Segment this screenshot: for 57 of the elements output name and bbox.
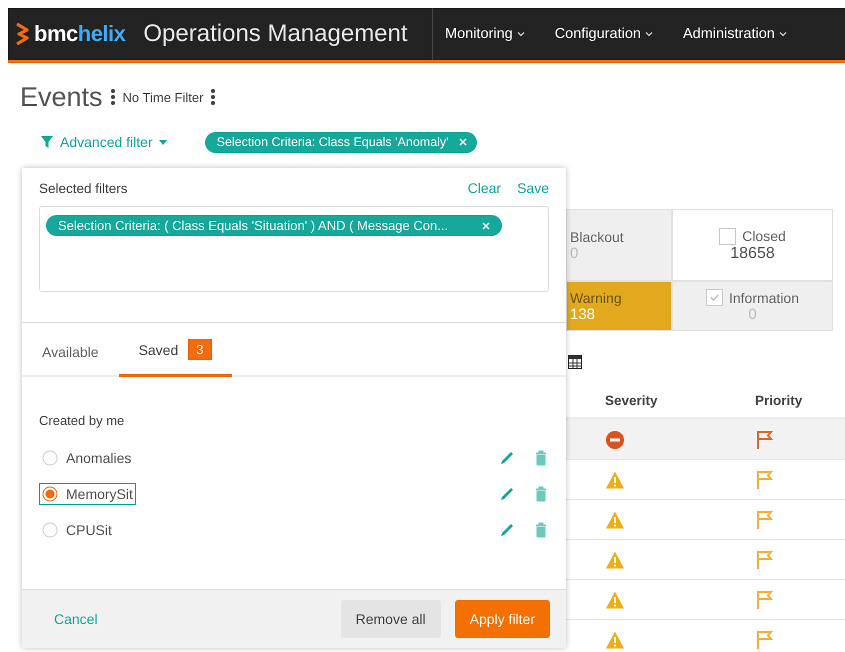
radio-option[interactable]: CPUSit	[39, 519, 115, 541]
trash-icon[interactable]	[533, 486, 549, 502]
close-icon[interactable]	[458, 138, 467, 146]
warning-icon	[605, 590, 625, 610]
chevron-icon	[778, 31, 787, 37]
tile-count: 138	[570, 306, 596, 322]
table-settings-icon[interactable]	[568, 355, 582, 369]
product-name: Operations Management	[143, 20, 408, 48]
edit-icon[interactable]	[499, 450, 515, 466]
caret-icon	[158, 140, 167, 144]
no-entry-icon	[605, 430, 625, 450]
tile-label: Warning	[570, 290, 622, 306]
warning-icon	[605, 470, 625, 490]
kebab-menu-icon[interactable]	[211, 88, 216, 106]
trash-icon[interactable]	[533, 450, 549, 466]
tile-label: Information	[728, 290, 800, 306]
close-icon[interactable]	[482, 222, 490, 230]
status-tile[interactable]: Closed 18658	[672, 209, 833, 281]
radio-icon[interactable]	[42, 486, 58, 502]
page-title: Events	[20, 82, 103, 112]
kebab-menu-icon[interactable]	[110, 88, 115, 106]
filter-icon	[40, 135, 54, 149]
radio-option[interactable]: Anomalies	[39, 447, 134, 469]
tile-label: Closed	[742, 228, 786, 244]
selected-row[interactable]	[566, 420, 845, 460]
edit-icon[interactable]	[499, 486, 515, 502]
checkbox[interactable]	[719, 228, 736, 244]
tab[interactable]: Saved 3	[118, 339, 232, 377]
radio-option[interactable]: MemorySit	[39, 483, 136, 505]
warning-icon	[605, 550, 625, 570]
nav-menu[interactable]: Configuration	[542, 26, 665, 42]
warning-icon	[605, 510, 625, 530]
nav-menu[interactable]: Monitoring	[433, 26, 537, 42]
remove-all-button[interactable]: Remove all	[340, 600, 441, 638]
nav-menu[interactable]: Administration	[670, 26, 799, 42]
column-header[interactable]: Priority	[755, 392, 845, 408]
panel-title: Selected filters	[39, 180, 128, 196]
radio-icon[interactable]	[42, 450, 58, 466]
tile-label: Blackout	[570, 228, 624, 244]
brand-logo: bmchelix	[34, 21, 126, 47]
group-label: Created by me	[39, 413, 126, 428]
edit-icon[interactable]	[499, 522, 515, 538]
radio-icon[interactable]	[42, 522, 58, 538]
count-badge: 3	[188, 339, 212, 360]
column-header[interactable]: Severity	[605, 392, 755, 408]
warning-icon	[605, 630, 625, 650]
chevron-icon	[516, 31, 525, 37]
tile-count: 18658	[730, 244, 775, 262]
chevron-icon	[644, 31, 653, 37]
chip-label: Selection Criteria: ( Class Equals 'Situation' ) AND ( Message Con...	[58, 218, 448, 233]
logo-icon	[14, 22, 30, 46]
time-filter[interactable]: No Time Filter	[122, 90, 204, 104]
trash-icon[interactable]	[533, 522, 549, 538]
check-icon	[708, 292, 720, 303]
checkbox[interactable]	[706, 289, 723, 306]
tab[interactable]: Available	[22, 344, 119, 377]
chip-label: Selection Criteria: Class Equals 'Anomaly'	[216, 134, 449, 148]
